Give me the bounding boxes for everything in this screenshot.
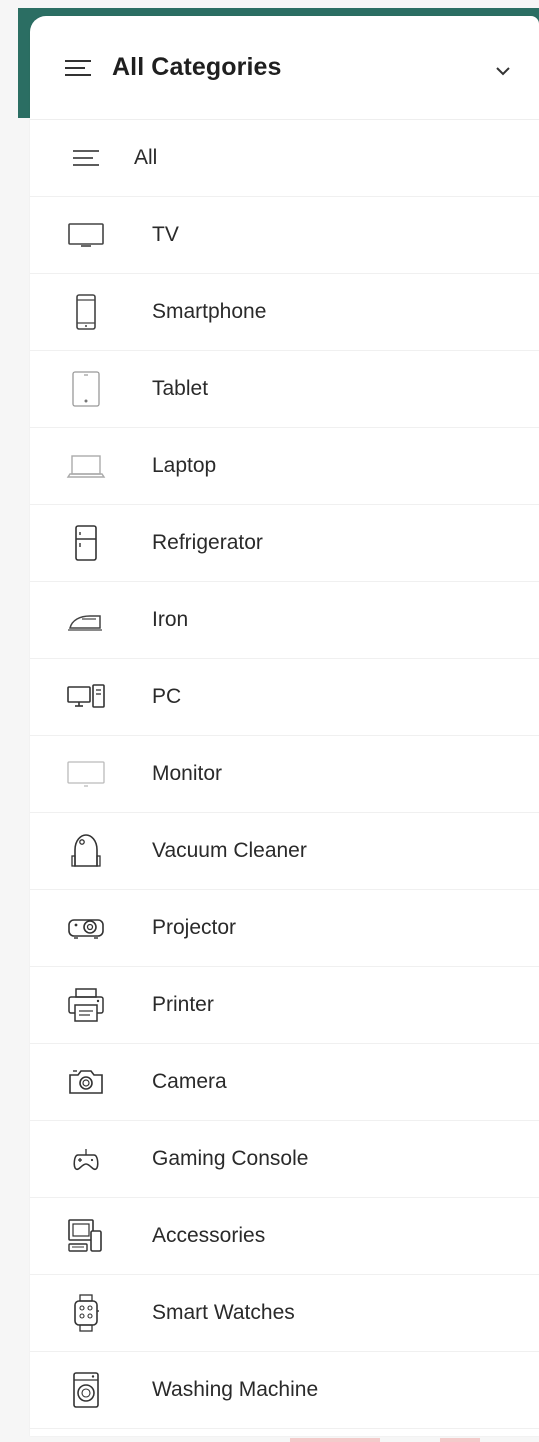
category-label: TV <box>152 223 179 246</box>
category-item-smart-watches[interactable]: Smart Watches <box>30 1275 539 1352</box>
camera-icon <box>66 1062 106 1102</box>
category-label: Tablet <box>152 377 209 400</box>
category-item-refrigerator[interactable]: Refrigerator <box>30 505 539 582</box>
all-categories-dropdown[interactable]: All Categories <box>30 16 539 120</box>
chevron-down-icon[interactable] <box>495 63 511 75</box>
category-label: Gaming Console <box>152 1147 309 1170</box>
category-item-projector[interactable]: Projector <box>30 890 539 967</box>
iron-icon <box>66 600 106 640</box>
category-label: PC <box>152 685 182 708</box>
category-item-tablet[interactable]: Tablet <box>30 351 539 428</box>
refrigerator-icon <box>66 523 106 563</box>
dropdown-title: All Categories <box>112 53 282 81</box>
hamburger-icon <box>66 138 106 178</box>
monitor-icon <box>66 754 106 794</box>
category-item-tv[interactable]: TV <box>30 197 539 274</box>
category-label: Printer <box>152 993 214 1016</box>
category-item-gaming-console[interactable]: Gaming Console <box>30 1121 539 1198</box>
category-item-vacuum-cleaner[interactable]: Vacuum Cleaner <box>30 813 539 890</box>
smartwatch-icon <box>66 1293 106 1333</box>
category-label: Iron <box>152 608 189 631</box>
category-item-camera[interactable]: Camera <box>30 1044 539 1121</box>
tv-icon <box>66 215 106 255</box>
category-label: Refrigerator <box>152 531 263 554</box>
projector-icon <box>66 908 106 948</box>
washing-machine-icon <box>66 1370 106 1410</box>
category-list: All TV Smartphone Tablet Laptop Refriger… <box>30 120 539 1429</box>
categories-panel: All Categories All TV Smartphone Tablet … <box>30 16 539 1436</box>
category-label: Projector <box>152 916 237 939</box>
category-label: Laptop <box>152 454 217 477</box>
category-label: Vacuum Cleaner <box>152 839 307 862</box>
category-label: Smartphone <box>152 300 267 323</box>
vacuum-cleaner-icon <box>66 831 106 871</box>
tablet-icon <box>66 369 106 409</box>
category-item-pc[interactable]: PC <box>30 659 539 736</box>
category-item-accessories[interactable]: Accessories <box>30 1198 539 1275</box>
category-label: All <box>134 146 158 169</box>
smartphone-icon <box>66 292 106 332</box>
category-label: Monitor <box>152 762 223 785</box>
category-item-washing-machine[interactable]: Washing Machine <box>30 1352 539 1429</box>
category-label: Smart Watches <box>152 1301 295 1324</box>
category-item-all[interactable]: All <box>30 120 539 197</box>
gamepad-icon <box>66 1139 106 1179</box>
accessories-icon <box>66 1216 106 1256</box>
printer-icon <box>66 985 106 1025</box>
laptop-icon <box>66 446 106 486</box>
hamburger-icon <box>64 59 92 77</box>
category-item-iron[interactable]: Iron <box>30 582 539 659</box>
category-label: Washing Machine <box>152 1378 319 1401</box>
category-label: Accessories <box>152 1224 266 1247</box>
bottom-decoration-right <box>440 1438 480 1442</box>
pc-icon <box>66 677 106 717</box>
category-item-smartphone[interactable]: Smartphone <box>30 274 539 351</box>
category-item-monitor[interactable]: Monitor <box>30 736 539 813</box>
bottom-decoration-left <box>290 1438 380 1442</box>
category-item-printer[interactable]: Printer <box>30 967 539 1044</box>
category-label: Camera <box>152 1070 227 1093</box>
category-item-laptop[interactable]: Laptop <box>30 428 539 505</box>
